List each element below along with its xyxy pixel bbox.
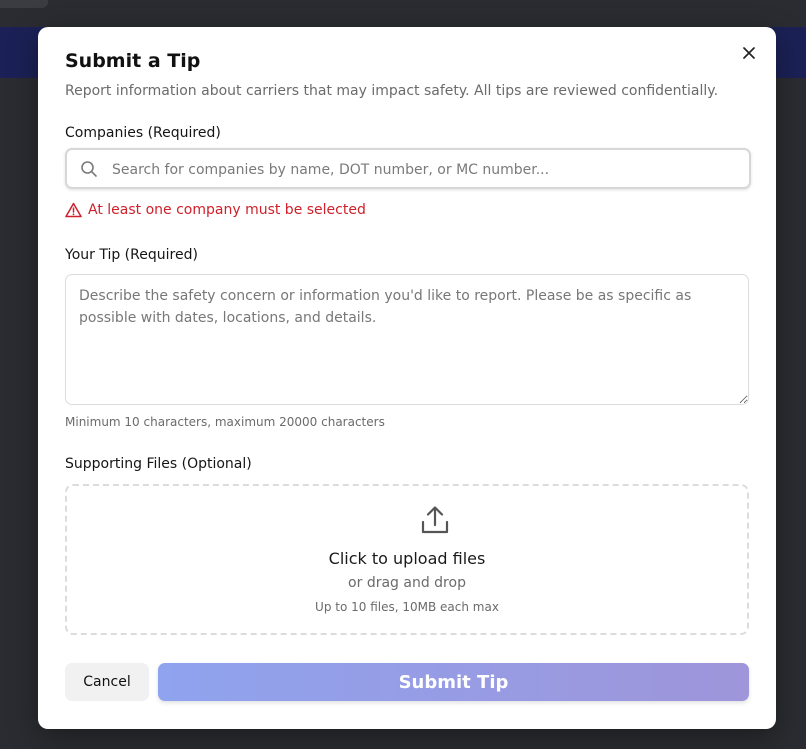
upload-icon: [421, 506, 449, 534]
upload-main-text: Click to upload files: [328, 549, 486, 568]
tip-textarea[interactable]: [65, 274, 749, 405]
error-message: At least one company must be selected: [88, 202, 366, 218]
background-chip: [0, 0, 48, 8]
companies-error: At least one company must be selected: [65, 202, 366, 218]
close-icon: [743, 47, 755, 59]
files-label: Supporting Files (Optional): [65, 456, 252, 472]
companies-label: Companies (Required): [65, 125, 221, 141]
close-button[interactable]: [738, 42, 760, 64]
cancel-button[interactable]: Cancel: [65, 663, 149, 701]
company-search-field[interactable]: [65, 148, 751, 189]
search-icon: [81, 161, 97, 177]
warning-icon: [65, 202, 82, 218]
modal-subtitle: Report information about carriers that m…: [65, 83, 719, 99]
upload-limit-text: Up to 10 files, 10MB each max: [315, 600, 499, 614]
file-dropzone[interactable]: Click to upload files or drag and drop U…: [65, 484, 749, 635]
company-search-input[interactable]: [110, 150, 734, 189]
upload-sub-text: or drag and drop: [348, 575, 466, 591]
tip-length-hint: Minimum 10 characters, maximum 20000 cha…: [65, 415, 385, 429]
modal-title: Submit a Tip: [65, 50, 201, 72]
tip-label: Your Tip (Required): [65, 247, 198, 263]
submit-tip-button[interactable]: Submit Tip: [158, 663, 749, 701]
submit-tip-modal: Submit a Tip Report information about ca…: [38, 27, 776, 729]
